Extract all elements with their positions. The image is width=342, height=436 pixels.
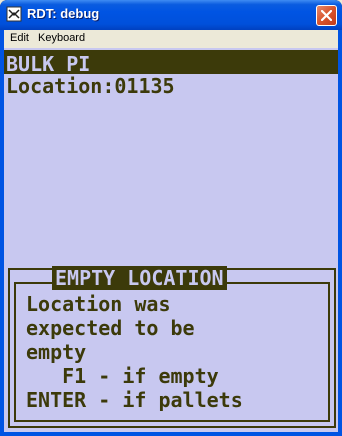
dialog-option-f1: F1 - if empty [26, 364, 219, 388]
screen-header-bar: BULK PI [4, 50, 338, 76]
empty-location-dialog: Location was expected to be empty F1 - i… [8, 266, 336, 428]
menu-keyboard[interactable]: Keyboard [38, 32, 85, 44]
screen-header: BULK PI [6, 52, 91, 76]
dialog-option-enter: ENTER - if pallets [26, 388, 243, 412]
location-line: Location:01135 [6, 74, 175, 98]
dialog-inner-border: Location was expected to be empty F1 - i… [14, 282, 330, 422]
dialog-title: EMPTY LOCATION [52, 266, 227, 290]
app-icon [6, 6, 22, 22]
menu-bar: Edit Keyboard [4, 30, 338, 48]
dialog-line: empty [26, 340, 87, 364]
terminal-screen[interactable]: BULK PI Location:01135 Location was expe… [4, 48, 338, 432]
menu-edit[interactable]: Edit [10, 32, 29, 44]
window-title: RDT: debug [27, 6, 100, 21]
app-window: RDT: debug Edit Keyboard BULK PI Locatio… [0, 0, 342, 436]
close-icon [321, 10, 332, 21]
title-bar[interactable]: RDT: debug [0, 0, 342, 30]
close-button[interactable] [316, 5, 337, 26]
dialog-line: Location was [26, 292, 171, 316]
window-frame: Edit Keyboard BULK PI Location:01135 Loc… [0, 30, 342, 436]
dialog-line: expected to be [26, 316, 195, 340]
